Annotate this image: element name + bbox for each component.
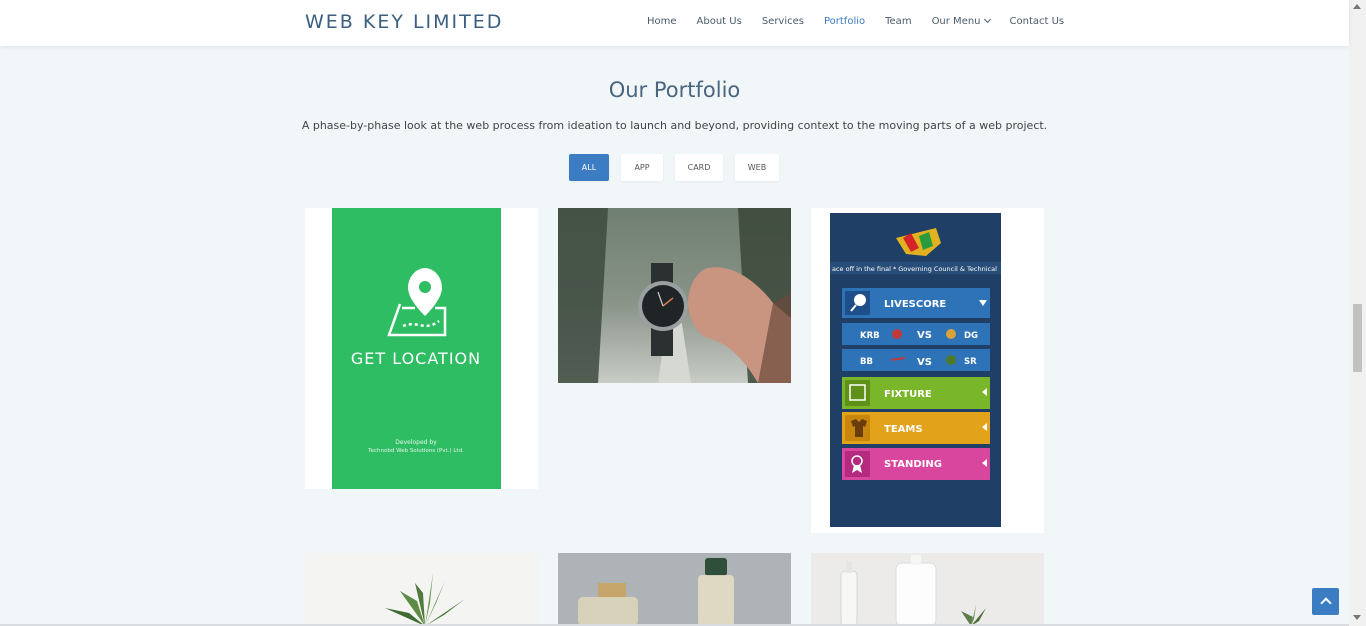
nav-services[interactable]: Services bbox=[762, 16, 804, 27]
portfolio-title: Our Portfolio bbox=[608, 78, 741, 102]
teams-label: TEAMS bbox=[884, 424, 923, 435]
nav-our-menu-label: Our Menu bbox=[931, 16, 981, 27]
nav-portfolio[interactable]: Portfolio bbox=[824, 16, 865, 27]
filter-web-button[interactable]: WEB bbox=[735, 154, 779, 181]
filter-app-button[interactable]: APP bbox=[621, 154, 663, 181]
nav-contact-us[interactable]: Contact Us bbox=[1010, 16, 1065, 27]
livescore-label: LIVESCORE bbox=[884, 299, 946, 310]
page-scrollbar[interactable] bbox=[1349, 0, 1366, 626]
scroll-up-arrow-icon[interactable] bbox=[1353, 4, 1361, 9]
location-app-credit-2: Technobd Web Solutions (Pvt.) Ltd. bbox=[367, 448, 464, 454]
standing-label: STANDING bbox=[884, 459, 942, 470]
site-logo[interactable]: WEB KEY LIMITED bbox=[305, 11, 503, 33]
match2-team-a: BB bbox=[860, 357, 873, 367]
match2-team-b: SR bbox=[964, 357, 977, 367]
portfolio-item-livescore-app[interactable]: ace off in the final * Governing Council… bbox=[811, 208, 1044, 533]
bottles-photo-image bbox=[811, 553, 1044, 626]
perfume-photo-image bbox=[558, 553, 791, 626]
portfolio-subtitle: A phase-by-phase look at the web process… bbox=[301, 119, 1048, 132]
portfolio-item-location-app[interactable]: GET LOCATION Developed by Technobd Web S… bbox=[305, 208, 538, 489]
portfolio-item-perfume-photo[interactable] bbox=[558, 553, 791, 626]
filter-all-button[interactable]: ALL bbox=[569, 154, 609, 181]
filter-card-button[interactable]: CARD bbox=[675, 154, 723, 181]
nav-team[interactable]: Team bbox=[885, 16, 911, 27]
scrollbar-thumb[interactable] bbox=[1353, 304, 1362, 372]
nav-home[interactable]: Home bbox=[647, 16, 677, 27]
livescore-ticker: ace off in the final * Governing Council… bbox=[832, 265, 997, 273]
nav-about-us[interactable]: About Us bbox=[697, 16, 742, 27]
portfolio-filters: ALL APP CARD WEB bbox=[569, 154, 791, 181]
portfolio-item-watch-photo[interactable] bbox=[558, 208, 791, 383]
fixture-label: FIXTURE bbox=[884, 389, 932, 400]
livescore-app-screen: ace off in the final * Governing Council… bbox=[830, 213, 1001, 527]
match1-team-b: DG bbox=[964, 331, 978, 341]
succulent-photo-image bbox=[305, 553, 538, 626]
location-app-credit-1: Developed by bbox=[395, 439, 437, 446]
match2-vs: VS bbox=[917, 357, 932, 368]
main-nav: Home About Us Services Portfolio Team Ou… bbox=[647, 15, 1084, 27]
location-app-title: GET LOCATION bbox=[351, 349, 481, 368]
portfolio-item-bottles-photo[interactable] bbox=[811, 553, 1044, 626]
back-to-top-button[interactable] bbox=[1312, 588, 1339, 615]
match1-team-a: KRB bbox=[860, 331, 880, 341]
watch-photo-image bbox=[558, 208, 791, 383]
location-app-screen: GET LOCATION Developed by Technobd Web S… bbox=[332, 208, 501, 489]
portfolio-item-succulent-photo[interactable] bbox=[305, 553, 538, 626]
match1-vs: VS bbox=[917, 330, 932, 341]
site-header: WEB KEY LIMITED Home About Us Services P… bbox=[0, 0, 1349, 46]
nav-our-menu[interactable]: Our Menu bbox=[931, 15, 991, 27]
scroll-down-arrow-icon[interactable] bbox=[1353, 615, 1361, 620]
chevron-down-icon bbox=[983, 15, 991, 24]
